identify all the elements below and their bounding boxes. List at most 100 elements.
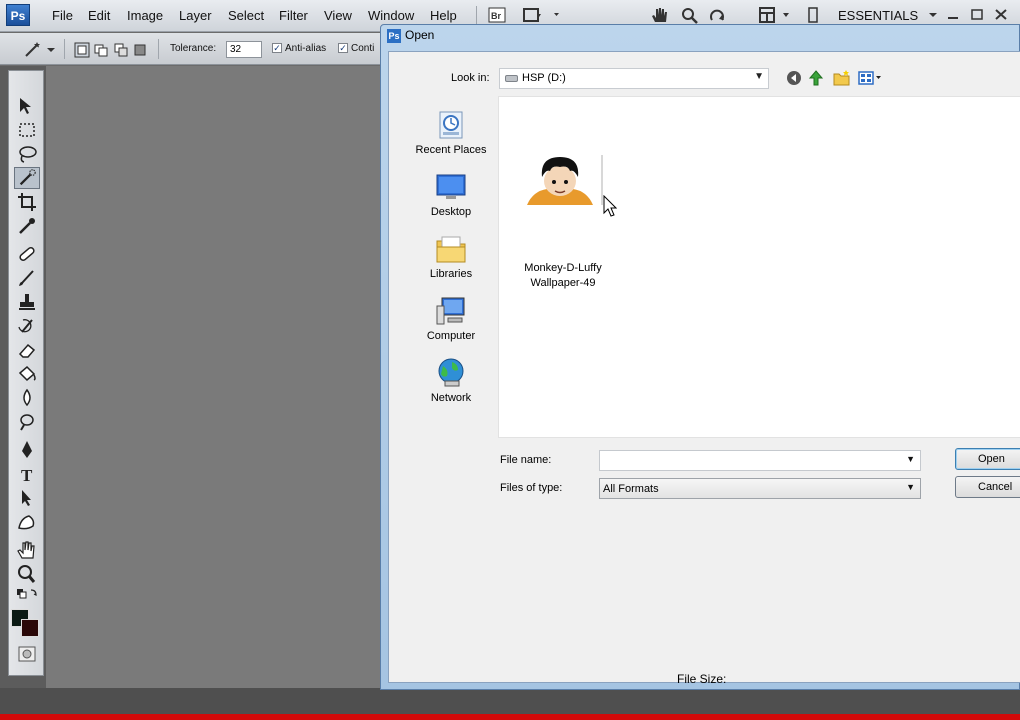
place-network[interactable]: Network — [401, 356, 501, 404]
menu-layer[interactable]: Layer — [179, 8, 212, 23]
zoom-tool-icon[interactable] — [14, 563, 40, 585]
chevron-down-icon[interactable] — [780, 6, 800, 24]
blur-tool-icon[interactable] — [14, 387, 40, 409]
place-libraries[interactable]: Libraries — [401, 232, 501, 280]
eraser-tool-icon[interactable] — [14, 339, 40, 361]
photoshop-icon: Ps — [387, 28, 401, 43]
files-of-type-value: All Formats — [603, 483, 659, 495]
network-icon — [438, 358, 464, 387]
maximize-icon[interactable] — [970, 8, 984, 21]
menu-edit[interactable]: Edit — [88, 8, 110, 23]
zoom-icon[interactable] — [680, 6, 700, 24]
desktop-icon — [436, 174, 466, 199]
svg-text:Br: Br — [491, 11, 501, 21]
selection-mode-icons[interactable] — [73, 41, 149, 59]
file-name-line1: Monkey-D-Luffy — [524, 262, 602, 274]
back-icon[interactable] — [785, 69, 803, 87]
cancel-button[interactable]: Cancel — [955, 476, 1020, 498]
chevron-down-icon[interactable] — [926, 8, 940, 21]
menu-help[interactable]: Help — [430, 8, 457, 23]
chevron-down-icon[interactable] — [46, 45, 56, 55]
quick-selection-tool-icon[interactable] — [14, 167, 40, 189]
dialog-titlebar[interactable]: Ps Open — [387, 28, 434, 48]
view-extras-icon[interactable] — [522, 6, 542, 24]
path-selection-tool-icon[interactable] — [14, 487, 40, 509]
menu-filter[interactable]: Filter — [279, 8, 308, 23]
chevron-down-icon: ▼ — [906, 482, 915, 492]
mouse-cursor-icon — [603, 195, 617, 217]
file-list[interactable]: Monkey-D-Luffy Wallpaper-49 — [498, 96, 1020, 438]
file-name-label: File name: — [500, 454, 552, 466]
chevron-down-icon[interactable]: ▼ — [906, 454, 915, 464]
background-color-swatch[interactable] — [21, 619, 39, 637]
open-dialog: Ps Open Look in: HSP (D:) ▼ Recent Places… — [380, 24, 1020, 690]
antialias-checkbox[interactable]: ✓ — [272, 43, 282, 53]
menu-window[interactable]: Window — [368, 8, 414, 23]
files-of-type-dropdown[interactable]: All Formats ▼ — [599, 478, 921, 499]
type-tool-icon[interactable]: T — [14, 463, 40, 485]
minimize-icon[interactable] — [946, 8, 960, 21]
close-icon[interactable] — [994, 8, 1008, 21]
eyedropper-tool-icon[interactable] — [14, 215, 40, 237]
magic-wand-icon[interactable] — [22, 40, 42, 58]
drive-icon — [505, 75, 518, 82]
brush-tool-icon[interactable] — [14, 267, 40, 289]
lasso-tool-icon[interactable] — [14, 143, 40, 165]
place-label: Computer — [426, 330, 476, 342]
tolerance-label: Tolerance: — [170, 43, 217, 54]
file-name-input[interactable]: ▼ — [599, 450, 921, 471]
menu-view[interactable]: View — [324, 8, 352, 23]
libraries-icon — [436, 236, 466, 263]
dodge-tool-icon[interactable] — [14, 411, 40, 433]
place-desktop[interactable]: Desktop — [401, 170, 501, 218]
file-name-line2: Wallpaper-49 — [530, 277, 596, 289]
antialias-label: Anti-alias — [285, 43, 327, 54]
canvas-area[interactable] — [46, 66, 380, 716]
marquee-tool-icon[interactable] — [14, 119, 40, 141]
tolerance-input[interactable]: 32 — [226, 41, 262, 58]
look-in-dropdown[interactable]: HSP (D:) ▼ — [499, 68, 769, 89]
workspace-switcher[interactable]: ESSENTIALS — [838, 8, 918, 23]
quick-mask-icon[interactable] — [14, 643, 40, 665]
place-label: Desktop — [430, 206, 472, 218]
place-label: Network — [430, 392, 472, 404]
clone-stamp-tool-icon[interactable] — [14, 291, 40, 313]
hand-tool-icon[interactable] — [14, 539, 40, 561]
place-label: Libraries — [429, 268, 473, 280]
recent-places-icon — [439, 111, 463, 139]
healing-brush-tool-icon[interactable] — [14, 243, 40, 265]
menu-select[interactable]: Select — [228, 8, 264, 23]
options-separator — [64, 39, 65, 59]
view-menu-icon[interactable] — [857, 69, 883, 87]
menu-separator — [476, 6, 477, 26]
screen-mode-icon[interactable] — [804, 6, 824, 24]
chevron-down-icon: ▼ — [754, 71, 764, 82]
history-brush-tool-icon[interactable] — [14, 315, 40, 337]
bridge-icon[interactable]: Br — [487, 6, 507, 24]
contiguous-checkbox[interactable]: ✓ — [338, 43, 348, 53]
rotate-view-icon[interactable] — [708, 6, 728, 24]
arrange-documents-icon[interactable] — [758, 6, 778, 24]
file-size-label: File Size: — [677, 672, 727, 686]
paint-bucket-tool-icon[interactable] — [14, 363, 40, 385]
luffy-thumbnail-image — [517, 155, 603, 205]
new-folder-icon[interactable] — [833, 69, 851, 87]
shape-tool-icon[interactable] — [14, 511, 40, 533]
hand-icon[interactable] — [650, 6, 670, 24]
open-button[interactable]: Open — [955, 448, 1020, 470]
menu-image[interactable]: Image — [127, 8, 163, 23]
place-recent-places[interactable]: Recent Places — [401, 108, 501, 156]
move-tool-icon[interactable] — [14, 95, 40, 117]
places-bar: Recent Places Desktop Libraries Computer… — [401, 98, 501, 438]
look-in-label: Look in: — [451, 72, 490, 84]
up-folder-icon[interactable] — [807, 69, 825, 87]
default-colors-icon[interactable] — [14, 587, 40, 601]
files-of-type-label: Files of type: — [500, 482, 563, 494]
zoom-level-icon[interactable] — [552, 6, 572, 24]
pen-tool-icon[interactable] — [14, 439, 40, 461]
place-computer[interactable]: Computer — [401, 294, 501, 342]
contiguous-label: Conti — [351, 43, 375, 54]
dialog-body: Look in: HSP (D:) ▼ Recent Places Deskto… — [388, 51, 1020, 686]
menu-file[interactable]: File — [52, 8, 73, 23]
crop-tool-icon[interactable] — [14, 191, 40, 213]
